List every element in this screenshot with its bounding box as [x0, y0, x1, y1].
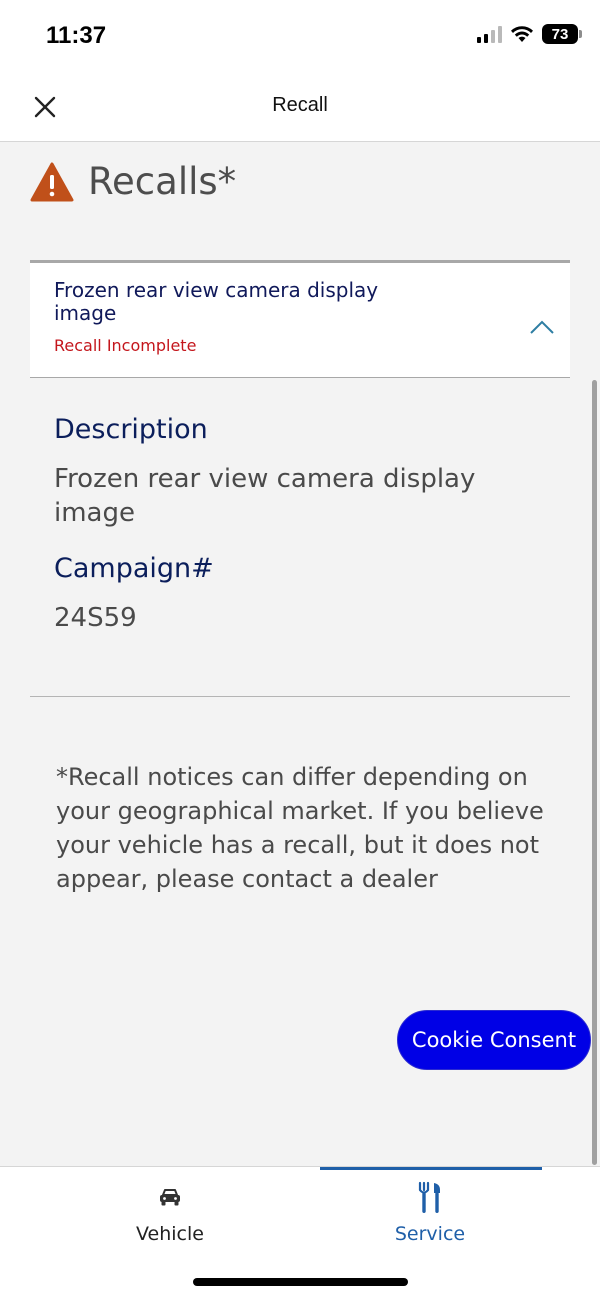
- battery-icon: 73: [542, 24, 582, 44]
- recalls-title: Recalls*: [88, 160, 237, 203]
- description-label: Description: [54, 414, 208, 445]
- scrollbar[interactable]: [592, 380, 597, 1165]
- description-value: Frozen rear view camera display image: [54, 464, 476, 528]
- recall-item[interactable]: Frozen rear view camera display image Re…: [30, 260, 570, 378]
- recall-item-status: Recall Incomplete: [54, 336, 197, 355]
- car-icon: [160, 1189, 180, 1206]
- status-time: 11:37: [46, 22, 107, 49]
- warning-triangle-icon: [30, 162, 74, 201]
- battery-level: 73: [551, 25, 569, 43]
- cellular-signal-icon: [477, 25, 502, 43]
- home-indicator[interactable]: [193, 1278, 408, 1286]
- tab-vehicle[interactable]: Vehicle: [60, 1167, 280, 1267]
- page-title: Recall: [272, 94, 328, 116]
- status-icons: 73: [477, 24, 582, 44]
- cookie-consent-button[interactable]: Cookie Consent: [397, 1010, 591, 1070]
- tab-vehicle-label: Vehicle: [136, 1223, 204, 1245]
- status-bar: 11:37 73: [0, 0, 600, 72]
- tools-icon: [418, 1181, 440, 1213]
- nav-header: Recall: [0, 72, 600, 142]
- divider: [30, 696, 570, 697]
- recalls-heading: Recalls*: [30, 160, 236, 203]
- recall-disclaimer: *Recall notices can differ depending on …: [56, 763, 544, 893]
- tab-service-label: Service: [394, 1223, 466, 1245]
- wifi-icon: [511, 26, 533, 42]
- active-tab-indicator: [320, 1167, 542, 1170]
- tab-service[interactable]: Service: [320, 1167, 542, 1267]
- recall-item-name: Frozen rear view camera display image: [54, 278, 379, 325]
- campaign-label: Campaign#: [54, 553, 214, 584]
- campaign-value: 24S59: [54, 603, 137, 633]
- chevron-up-icon[interactable]: [528, 318, 556, 336]
